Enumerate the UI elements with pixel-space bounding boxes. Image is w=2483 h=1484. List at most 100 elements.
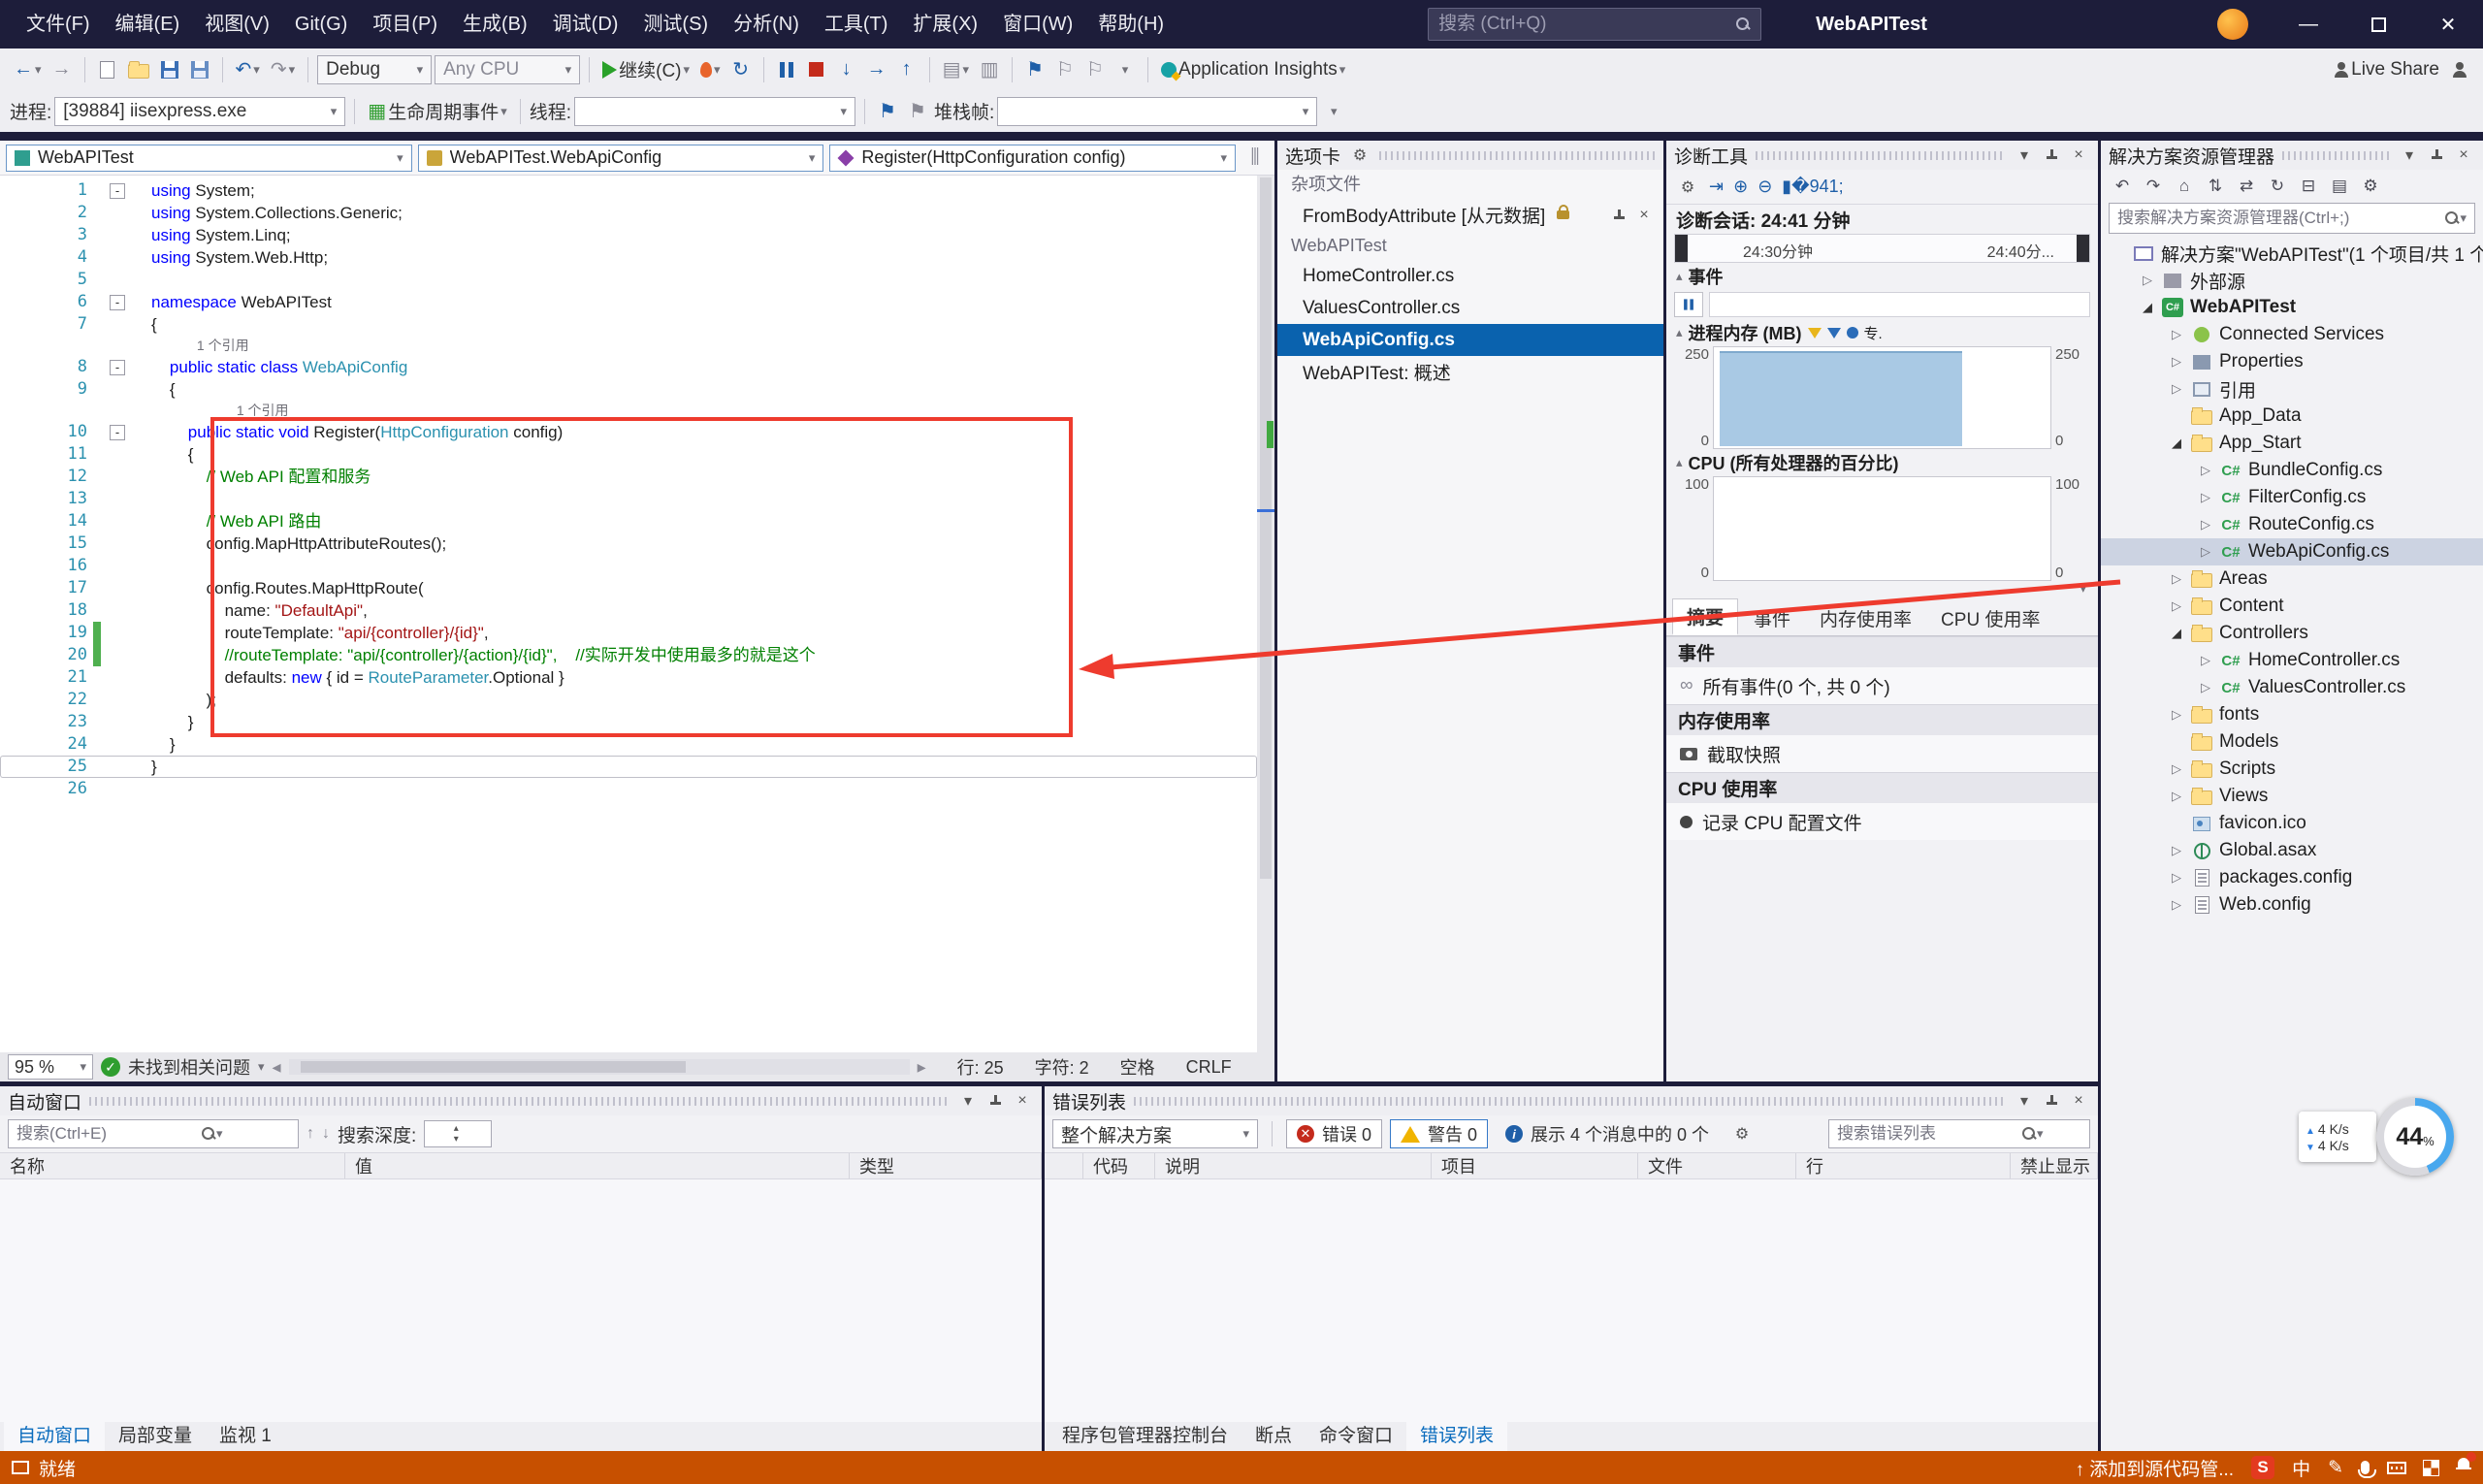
menu-item[interactable]: 编辑(E) [103, 0, 193, 48]
project-dropdown[interactable]: WebAPITest▾ [6, 145, 412, 172]
pin-icon[interactable] [987, 1093, 1003, 1109]
tree-item[interactable]: ▷Views [2101, 783, 2483, 810]
save-button[interactable] [156, 53, 183, 86]
column-header-icon[interactable] [1045, 1153, 1083, 1178]
refresh-icon[interactable]: ↻ [2264, 174, 2291, 199]
pause-events-button[interactable] [1674, 292, 1703, 317]
notifications-button[interactable] [2456, 1457, 2471, 1478]
expander-icon[interactable]: ▷ [2165, 598, 2188, 614]
code-line[interactable]: 20 //routeTemplate: "api/{controller}/{a… [0, 644, 1257, 666]
panel-tab[interactable]: 命令窗口 [1306, 1422, 1406, 1451]
breakpoint-margin[interactable] [0, 224, 29, 246]
expander-icon[interactable]: ◢ [2165, 436, 2188, 451]
code-line[interactable]: 13 [0, 488, 1257, 510]
record-cpu-row[interactable]: 记录 CPU 配置文件 [1666, 803, 2098, 840]
error-search-input[interactable] [1837, 1124, 2021, 1144]
fold-marker[interactable]: - [110, 425, 125, 440]
fold-margin[interactable] [101, 313, 134, 336]
column-header[interactable]: 值 [345, 1153, 850, 1178]
expander-icon[interactable]: ▷ [2194, 544, 2217, 560]
percent-widget[interactable]: 44% [2376, 1098, 2454, 1176]
fold-margin[interactable] [101, 246, 134, 269]
tree-item[interactable]: ◢C#WebAPITest [2101, 294, 2483, 321]
warnings-filter-button[interactable]: 警告 0 [1390, 1119, 1488, 1148]
expander-icon[interactable]: ▷ [2165, 571, 2188, 587]
breakpoint-margin[interactable] [0, 532, 29, 555]
collapse-all-icon[interactable]: ⊟ [2295, 174, 2322, 199]
forward-icon[interactable]: ↷ [2140, 174, 2167, 199]
ime-mode-indicator[interactable]: 中 [2292, 1455, 2310, 1481]
quick-search-box[interactable] [1428, 8, 1761, 41]
h-scrollbar-thumb[interactable] [301, 1061, 686, 1073]
breakpoint-margin[interactable] [0, 599, 29, 622]
fold-marker[interactable]: - [110, 360, 125, 375]
tree-item[interactable]: ▷C#ValuesController.cs [2101, 674, 2483, 701]
expander-icon[interactable]: ▷ [2165, 870, 2188, 886]
tree-item[interactable]: ▷C#RouteConfig.cs [2101, 511, 2483, 538]
code-line[interactable]: 9 { [0, 378, 1257, 401]
diagnostics-tab[interactable]: 内存使用率 [1806, 601, 1925, 635]
chevron-down-icon[interactable]: ▾ [956, 1091, 980, 1111]
fold-margin[interactable] [101, 202, 134, 224]
expander-icon[interactable]: ▷ [2194, 680, 2217, 695]
menu-item[interactable]: 生成(B) [450, 0, 540, 48]
code-line[interactable]: 1-using System; [0, 179, 1257, 202]
expander-icon[interactable]: ▷ [2165, 843, 2188, 858]
fold-margin[interactable] [101, 622, 134, 644]
tree-item[interactable]: ▷Content [2101, 593, 2483, 620]
fold-margin[interactable] [101, 488, 134, 510]
document-tab[interactable]: HomeController.cs [1277, 260, 1663, 292]
breakpoint-margin[interactable] [0, 689, 29, 711]
scope-dropdown[interactable]: 整个解决方案▾ [1052, 1119, 1258, 1148]
tree-item[interactable]: ▷packages.config [2101, 864, 2483, 891]
expander-icon[interactable]: ▷ [2165, 381, 2188, 397]
code-line[interactable]: 15 config.MapHttpAttributeRoutes(); [0, 532, 1257, 555]
fold-margin[interactable]: - [101, 356, 134, 378]
breakpoint-margin[interactable] [0, 269, 29, 291]
menu-item[interactable]: 项目(P) [360, 0, 450, 48]
expander-icon[interactable]: ▷ [2165, 327, 2188, 342]
restart-button[interactable]: ↻ [727, 53, 755, 86]
expander-icon[interactable]: ▷ [2136, 273, 2159, 288]
close-icon[interactable]: × [2452, 146, 2475, 164]
horizontal-scrollbar[interactable] [289, 1059, 910, 1075]
menu-item[interactable]: 窗口(W) [990, 0, 1085, 48]
close-icon[interactable]: × [2067, 146, 2090, 164]
solution-config-dropdown[interactable]: Debug▾ [317, 55, 432, 84]
column-header[interactable]: 项目 [1432, 1153, 1638, 1178]
live-share-button[interactable]: Live Share [2330, 53, 2443, 86]
breakpoint-margin[interactable] [0, 179, 29, 202]
breakpoint-margin[interactable] [0, 466, 29, 488]
code-line[interactable]: 22 ); [0, 689, 1257, 711]
code-line[interactable]: 21 defaults: new { id = RouteParameter.O… [0, 666, 1257, 689]
stop-button[interactable] [803, 53, 830, 86]
home-icon[interactable]: ⌂ [2171, 174, 2198, 199]
pin-icon[interactable] [2044, 1093, 2059, 1109]
code-line[interactable]: 18 name: "DefaultApi", [0, 599, 1257, 622]
menu-item[interactable]: 视图(V) [192, 0, 282, 48]
spinner-up-icon[interactable]: ▴ [454, 1123, 459, 1134]
events-section-header[interactable]: ▴事件 [1666, 263, 2098, 290]
autos-search-input[interactable] [16, 1124, 201, 1144]
expander-icon[interactable]: ▷ [2194, 490, 2217, 505]
break-all-button[interactable] [773, 53, 800, 86]
stackframe-dropdown[interactable]: ▾ [997, 97, 1317, 126]
eol-indicator[interactable]: CRLF [1186, 1057, 1232, 1078]
codelens-reference[interactable]: 1 个引用 [0, 336, 1257, 356]
code-line[interactable]: 8- public static class WebApiConfig [0, 356, 1257, 378]
scrollbar-thumb[interactable] [1260, 177, 1272, 879]
close-button[interactable]: ✕ [2413, 0, 2483, 48]
breakpoint-margin[interactable] [0, 555, 29, 577]
continue-button[interactable]: 继续(C)▾ [598, 53, 693, 86]
chevron-down-icon[interactable]: ▾ [2398, 145, 2421, 165]
tree-item[interactable]: ▷Areas [2101, 565, 2483, 593]
grid-icon[interactable] [2424, 1461, 2438, 1475]
space-mode-indicator[interactable]: 空格 [1120, 1054, 1155, 1080]
autos-search-box[interactable]: ▾ [8, 1119, 299, 1148]
column-header[interactable]: 代码 [1083, 1153, 1155, 1178]
column-header[interactable]: 文件 [1638, 1153, 1796, 1178]
minimize-button[interactable]: — [2273, 0, 2343, 48]
fold-marker[interactable]: - [110, 295, 125, 310]
split-window-button[interactable]: ⫼ [1242, 142, 1269, 175]
switch-views-icon[interactable]: ⇅ [2202, 174, 2229, 199]
